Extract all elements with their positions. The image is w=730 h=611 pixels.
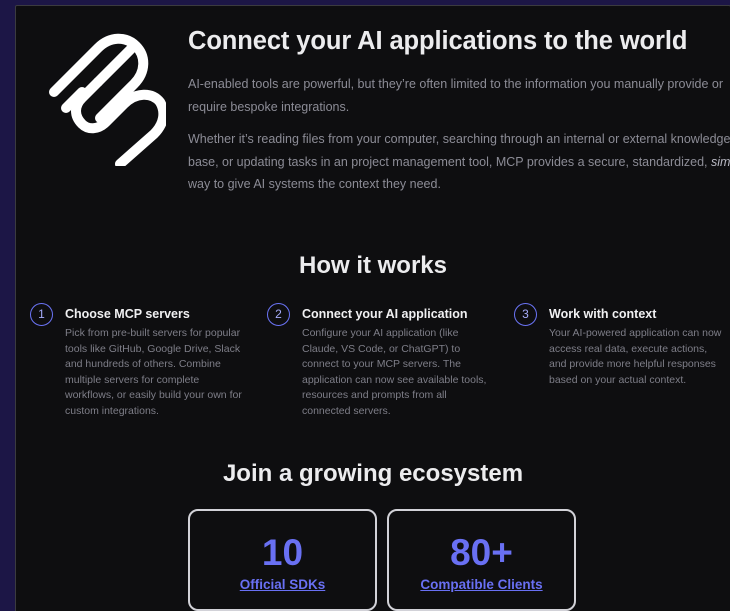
step-title: Connect your AI application: [302, 307, 468, 321]
official-sdks-link[interactable]: Official SDKs: [240, 577, 326, 592]
step-description: Your AI-powered application can now acce…: [549, 327, 722, 386]
hero-title: Connect your AI applications to the worl…: [188, 27, 688, 55]
step-number-badge: 2: [267, 303, 290, 326]
ecosystem-title: Join a growing ecosystem: [222, 460, 524, 487]
hero-paragraph-details-end: way to give AI systems the context they …: [188, 177, 441, 191]
hero-paragraph-details: Whether it’s reading files from your com…: [188, 128, 730, 196]
hero-paragraph-intro: AI-enabled tools are powerful, but they’…: [188, 77, 724, 114]
stat-value: 80+: [450, 532, 513, 573]
stat-card-clients: 80+ Compatible Clients: [387, 509, 576, 611]
compatible-clients-link[interactable]: Compatible Clients: [420, 577, 542, 592]
stat-value: 10: [261, 532, 304, 573]
how-it-works-title: How it works: [298, 252, 448, 279]
step-number-badge: 3: [514, 303, 537, 326]
step-title: Work with context: [549, 307, 657, 321]
step-title: Choose MCP servers: [65, 307, 190, 321]
step-description: Configure your AI application (like Clau…: [302, 327, 487, 417]
step-number-badge: 1: [30, 303, 53, 326]
stat-card-sdks: 10 Official SDKs: [188, 509, 377, 611]
step-description: Pick from pre-built servers for popular …: [65, 327, 242, 417]
hero-emphasis-simple: simple: [710, 154, 730, 169]
content-panel: Connect your AI applications to the worl…: [15, 5, 730, 611]
mcp-logo-icon: [49, 33, 166, 166]
hero-paragraph-details-start: Whether it’s reading files from your com…: [188, 132, 730, 169]
